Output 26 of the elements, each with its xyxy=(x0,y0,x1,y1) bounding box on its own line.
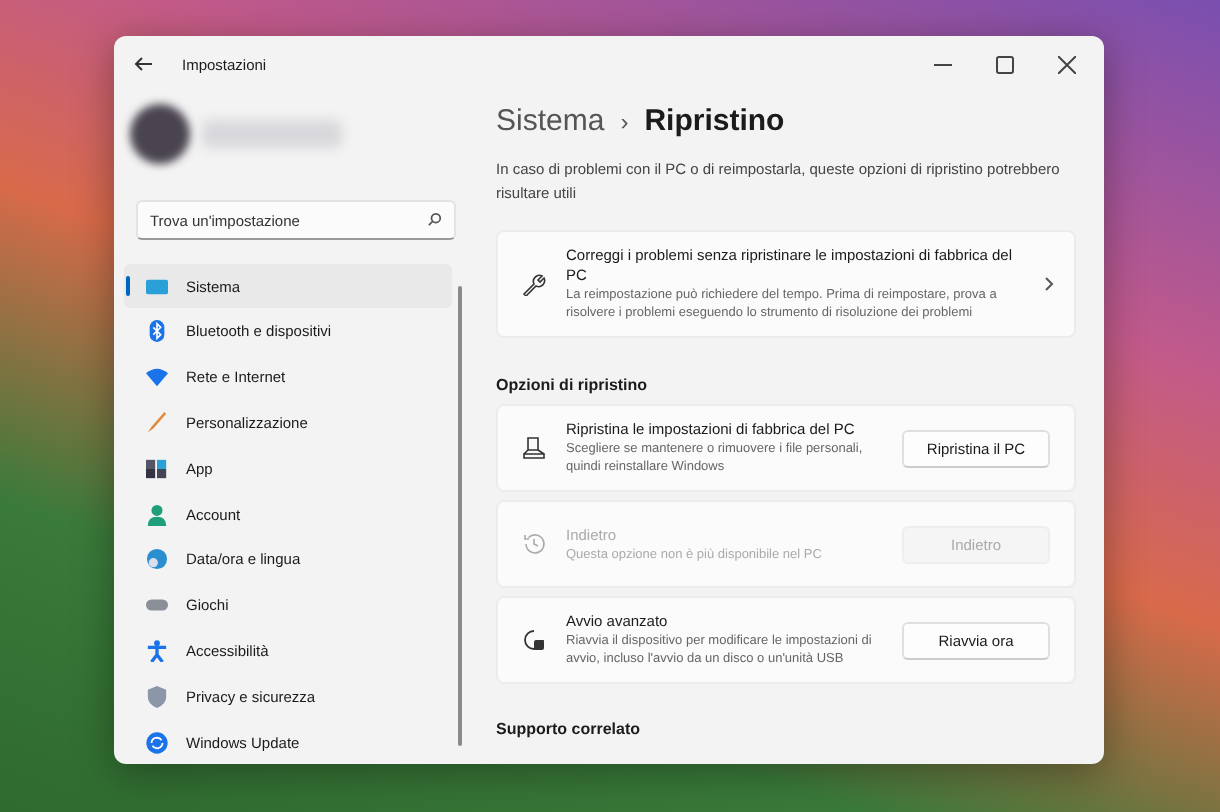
accessibility-icon xyxy=(146,640,168,662)
troubleshoot-card[interactable] xyxy=(496,230,1076,338)
monitor-icon xyxy=(146,275,168,298)
history-icon xyxy=(522,532,546,556)
scrollbar[interactable] xyxy=(458,286,462,747)
person-icon xyxy=(146,503,168,526)
wrench-icon xyxy=(522,272,546,296)
breadcrumb-link[interactable]: Sistema xyxy=(496,104,605,138)
close-icon[interactable] xyxy=(1058,55,1076,73)
search-icon xyxy=(428,212,442,227)
section-heading: Opzioni di ripristino xyxy=(496,376,650,394)
maximize-icon[interactable] xyxy=(996,55,1014,73)
shield-icon xyxy=(146,685,168,708)
chevron-right-icon xyxy=(1044,276,1054,292)
bluetooth-icon xyxy=(146,320,168,343)
section-heading: Supporto correlato xyxy=(496,720,643,738)
blurred-name xyxy=(202,120,342,149)
breadcrumb-separator: › xyxy=(620,108,629,136)
sync-icon xyxy=(146,731,168,754)
page-title: Ripristino xyxy=(644,104,785,138)
laptop-reset-icon xyxy=(522,436,546,460)
back-arrow-icon[interactable] xyxy=(134,56,154,72)
apps-icon xyxy=(146,457,168,480)
avatar-placeholder xyxy=(130,104,190,165)
wifi-icon xyxy=(146,366,168,389)
brush-icon xyxy=(146,412,168,435)
